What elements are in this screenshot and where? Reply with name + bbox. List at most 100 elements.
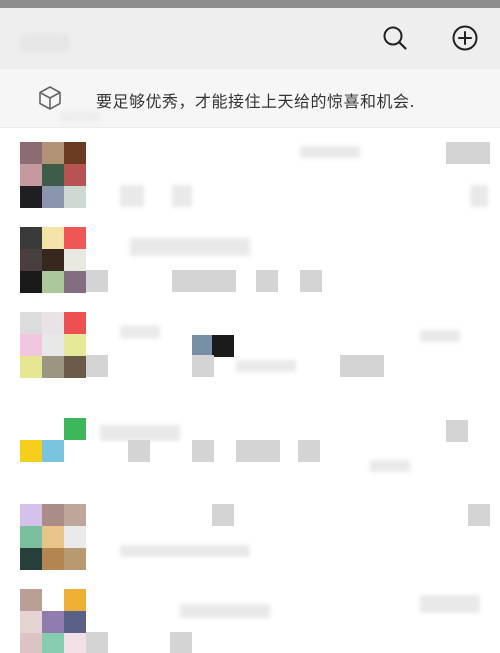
- avatar-tile: [42, 611, 64, 633]
- chat-preview-redacted: [172, 270, 194, 292]
- banner-text: 要足够优秀，才能接住上天给的惊喜和机会.: [96, 92, 416, 111]
- chat-time-redacted: [420, 595, 480, 613]
- chat-name-redacted: [120, 185, 144, 207]
- chat-preview-redacted: [258, 440, 280, 462]
- chat-item[interactable]: [0, 142, 500, 222]
- avatar-tile: [42, 186, 64, 208]
- chat-preview-redacted: [170, 632, 192, 653]
- avatar-tile: [20, 142, 42, 164]
- chat-name-redacted: [172, 185, 192, 207]
- chat-item[interactable]: [0, 312, 500, 392]
- avatar-tile: [42, 227, 64, 249]
- chat-preview-redacted: [214, 270, 236, 292]
- avatar-tile: [20, 504, 42, 526]
- avatar-tile: [64, 418, 86, 440]
- avatar: [20, 589, 86, 653]
- avatar-tile: [20, 440, 42, 462]
- chat-item[interactable]: [0, 227, 500, 307]
- avatar-tile: [42, 271, 64, 293]
- avatar-tile: [42, 142, 64, 164]
- avatar-tile: [64, 312, 86, 334]
- avatar: [20, 312, 86, 378]
- status-bar-strip: [0, 0, 500, 8]
- chat-name-redacted: [100, 425, 180, 441]
- search-button[interactable]: [379, 22, 411, 54]
- chat-preview-redacted: [192, 270, 214, 292]
- avatar-tile: [20, 418, 42, 440]
- avatar-tile: [64, 504, 86, 526]
- chat-name-redacted: [130, 238, 250, 256]
- chat-time-redacted: [446, 420, 468, 442]
- avatar: [20, 418, 86, 484]
- chat-preview-redacted: [212, 335, 234, 357]
- avatar-tile: [64, 164, 86, 186]
- chat-preview-redacted: [298, 440, 320, 462]
- chat-time-redacted: [446, 142, 468, 164]
- avatar-tile: [20, 589, 42, 611]
- avatar-tile: [42, 548, 64, 570]
- avatar-tile: [42, 356, 64, 378]
- avatar-tile: [42, 526, 64, 548]
- chat-preview-redacted: [86, 632, 108, 653]
- avatar-tile: [20, 462, 42, 484]
- avatar-tile: [42, 164, 64, 186]
- chat-preview-redacted: [192, 440, 214, 462]
- chat-preview-redacted: [362, 355, 384, 377]
- plus-circle-icon: [452, 25, 478, 51]
- cube-icon: [39, 86, 61, 110]
- avatar-tile: [20, 186, 42, 208]
- chat-preview-redacted: [192, 355, 214, 377]
- chat-preview-redacted: [86, 270, 108, 292]
- avatar-tile: [64, 334, 86, 356]
- avatar-tile: [20, 164, 42, 186]
- avatar-tile: [64, 271, 86, 293]
- avatar-tile: [20, 271, 42, 293]
- avatar: [20, 227, 86, 293]
- app-header: [0, 8, 500, 68]
- avatar-tile: [20, 611, 42, 633]
- chat-preview-redacted: [370, 460, 410, 472]
- chat-preview-redacted: [236, 360, 296, 372]
- header-title-blurred: [20, 34, 70, 52]
- avatar-tile: [64, 227, 86, 249]
- avatar-tile: [64, 548, 86, 570]
- avatar-tile: [42, 312, 64, 334]
- avatar-tile: [42, 249, 64, 271]
- avatar-tile: [64, 611, 86, 633]
- avatar-tile: [64, 633, 86, 653]
- chat-preview-redacted: [120, 545, 250, 557]
- avatar-tile: [42, 418, 64, 440]
- avatar-tile: [64, 142, 86, 164]
- chat-item[interactable]: [0, 504, 500, 584]
- search-icon: [383, 26, 407, 50]
- avatar-tile: [64, 440, 86, 462]
- avatar-tile: [20, 526, 42, 548]
- chat-name-redacted: [120, 326, 160, 338]
- avatar-tile: [20, 334, 42, 356]
- avatar-tile: [42, 589, 64, 611]
- chat-name-redacted: [212, 504, 234, 526]
- banner-blurred-overlay: [60, 111, 100, 123]
- chat-time-redacted: [420, 330, 460, 342]
- add-button[interactable]: [449, 22, 481, 54]
- chat-time-redacted: [468, 504, 490, 526]
- avatar-tile: [20, 633, 42, 653]
- chat-name-redacted: [300, 146, 360, 158]
- avatar-tile: [20, 312, 42, 334]
- avatar-tile: [20, 249, 42, 271]
- avatar-tile: [64, 186, 86, 208]
- avatar-tile: [20, 356, 42, 378]
- avatar-tile: [64, 526, 86, 548]
- chat-time-redacted: [470, 185, 488, 207]
- avatar-tile: [64, 356, 86, 378]
- avatar-tile: [42, 504, 64, 526]
- avatar-tile: [64, 462, 86, 484]
- avatar: [20, 142, 86, 208]
- avatar: [20, 504, 86, 570]
- avatar-tile: [20, 227, 42, 249]
- chat-name-redacted: [180, 604, 270, 618]
- avatar-tile: [64, 249, 86, 271]
- avatar-tile: [64, 589, 86, 611]
- chat-preview-redacted: [256, 270, 278, 292]
- avatar-tile: [42, 334, 64, 356]
